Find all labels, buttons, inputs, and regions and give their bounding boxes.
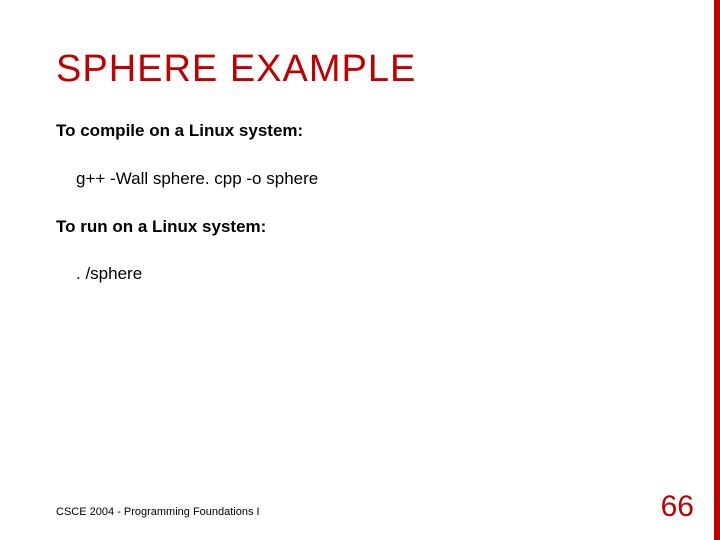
footer-text: CSCE 2004 - Programming Foundations I (56, 506, 260, 518)
run-command: . /sphere (76, 262, 664, 286)
compile-heading: To compile on a Linux system: (56, 119, 664, 143)
slide-container: SPHERE EXAMPLE To compile on a Linux sys… (0, 0, 720, 540)
slide-title: SPHERE EXAMPLE (56, 48, 664, 91)
run-heading: To run on a Linux system: (56, 215, 664, 239)
compile-command: g++ -Wall sphere. cpp -o sphere (76, 167, 664, 191)
slide-body: To compile on a Linux system: g++ -Wall … (56, 119, 664, 286)
page-number: 66 (661, 490, 694, 524)
accent-bar (714, 0, 720, 540)
